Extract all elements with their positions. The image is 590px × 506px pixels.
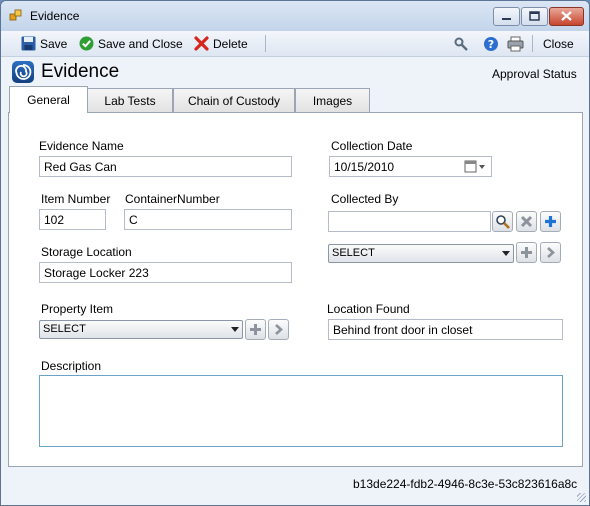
search-collected-by-button[interactable] xyxy=(492,211,513,232)
tab-general[interactable]: General xyxy=(9,86,88,113)
record-guid: b13de224-fdb2-4946-8c3e-53c823616a8c xyxy=(353,477,578,491)
toolbar: Save Save and Close Delete ? Close xyxy=(1,31,589,57)
property-item-label: Property Item xyxy=(41,302,114,316)
collected-by-select-value: SELECT xyxy=(332,247,375,259)
help-icon: ? xyxy=(484,36,498,51)
resize-grip-icon[interactable] xyxy=(577,493,586,502)
container-number-input[interactable]: C xyxy=(124,209,292,230)
save-and-close-label: Save and Close xyxy=(98,36,183,51)
swirl-logo-icon xyxy=(15,64,32,80)
evidence-name-label: Evidence Name xyxy=(39,139,124,153)
container-number-label: ContainerNumber xyxy=(125,192,220,206)
plus-icon xyxy=(521,247,532,258)
tab-images[interactable]: Images xyxy=(295,88,370,112)
description-label: Description xyxy=(41,359,102,373)
minimize-button[interactable] xyxy=(493,7,520,26)
toolbar-separator xyxy=(532,35,533,52)
open-collector-button[interactable] xyxy=(540,242,561,263)
page-title: Evidence xyxy=(41,61,120,82)
maximize-button[interactable] xyxy=(521,7,548,26)
tab-label: General xyxy=(27,93,70,107)
property-item-select[interactable]: SELECT xyxy=(39,320,243,339)
plus-icon xyxy=(250,324,261,335)
app-icon xyxy=(9,9,22,21)
tab-label: Images xyxy=(312,93,353,108)
minimize-icon xyxy=(502,18,511,20)
open-property-item-button[interactable] xyxy=(268,319,289,340)
window-title: Evidence xyxy=(30,9,80,23)
collected-by-label: Collected By xyxy=(331,192,399,206)
maximize-icon xyxy=(529,11,540,21)
close-button[interactable]: Close xyxy=(543,35,574,52)
checkmark-icon xyxy=(79,36,94,51)
tab-label: Chain of Custody xyxy=(187,93,281,108)
plus-icon xyxy=(545,216,556,227)
chevron-down-icon xyxy=(502,251,510,256)
collected-by-input[interactable] xyxy=(328,211,491,232)
property-item-value: SELECT xyxy=(43,323,86,335)
delete-button[interactable]: Delete xyxy=(194,35,248,52)
help-button[interactable]: ? xyxy=(483,35,499,52)
storage-location-input[interactable]: Storage Locker 223 xyxy=(39,262,292,283)
logo xyxy=(12,61,34,83)
evidence-name-input[interactable]: Red Gas Can xyxy=(39,156,292,177)
tab-lab-tests[interactable]: Lab Tests xyxy=(87,88,173,112)
chevron-right-icon xyxy=(547,247,555,258)
evidence-window: Evidence Save Save and Close Delete ? Cl… xyxy=(0,0,590,506)
general-panel: Evidence Name Red Gas Can Item Number 10… xyxy=(8,112,583,467)
collection-date-value: 10/15/2010 xyxy=(334,160,395,174)
svg-text:?: ? xyxy=(488,38,494,51)
location-found-input[interactable]: Behind front door in closet xyxy=(328,319,563,340)
storage-location-label: Storage Location xyxy=(41,245,132,259)
tab-label: Lab Tests xyxy=(104,93,156,108)
delete-label: Delete xyxy=(213,36,248,51)
tools-icon xyxy=(454,37,468,51)
form-header: Evidence Approval Status xyxy=(1,57,589,87)
status-footer: b13de224-fdb2-4946-8c3e-53c823616a8c xyxy=(1,467,589,505)
chevron-right-icon xyxy=(275,324,283,335)
save-label: Save xyxy=(40,36,68,51)
description-textarea[interactable] xyxy=(39,375,563,447)
save-button[interactable]: Save xyxy=(21,35,67,52)
printer-icon xyxy=(507,36,524,51)
collection-date-label: Collection Date xyxy=(331,139,413,153)
item-number-label: Item Number xyxy=(41,192,111,206)
item-number-input[interactable]: 102 xyxy=(39,209,106,230)
collected-by-select[interactable]: SELECT xyxy=(328,244,514,263)
approval-status[interactable]: Approval Status xyxy=(492,67,577,81)
toolbar-separator xyxy=(265,35,266,52)
clear-collected-by-button[interactable] xyxy=(516,211,537,232)
save-and-close-button[interactable]: Save and Close xyxy=(79,35,183,52)
clear-x-icon xyxy=(520,215,533,228)
tools-button[interactable] xyxy=(453,35,469,52)
delete-x-icon xyxy=(194,36,209,51)
add-collector-button[interactable] xyxy=(516,242,537,263)
floppy-disk-icon xyxy=(21,36,36,51)
add-collected-by-button[interactable] xyxy=(540,211,561,232)
title-bar: Evidence xyxy=(1,1,589,31)
collection-date-input[interactable]: 10/15/2010 xyxy=(329,156,492,177)
print-button[interactable] xyxy=(507,35,524,52)
location-found-label: Location Found xyxy=(327,302,410,316)
add-property-item-button[interactable] xyxy=(245,319,266,340)
tab-chain-of-custody[interactable]: Chain of Custody xyxy=(173,88,295,112)
window-close-button[interactable] xyxy=(549,7,584,26)
close-icon xyxy=(561,11,572,21)
calendar-dropdown-icon[interactable] xyxy=(464,160,486,173)
search-icon xyxy=(496,215,510,229)
chevron-down-icon xyxy=(231,327,239,332)
close-label: Close xyxy=(543,36,574,51)
